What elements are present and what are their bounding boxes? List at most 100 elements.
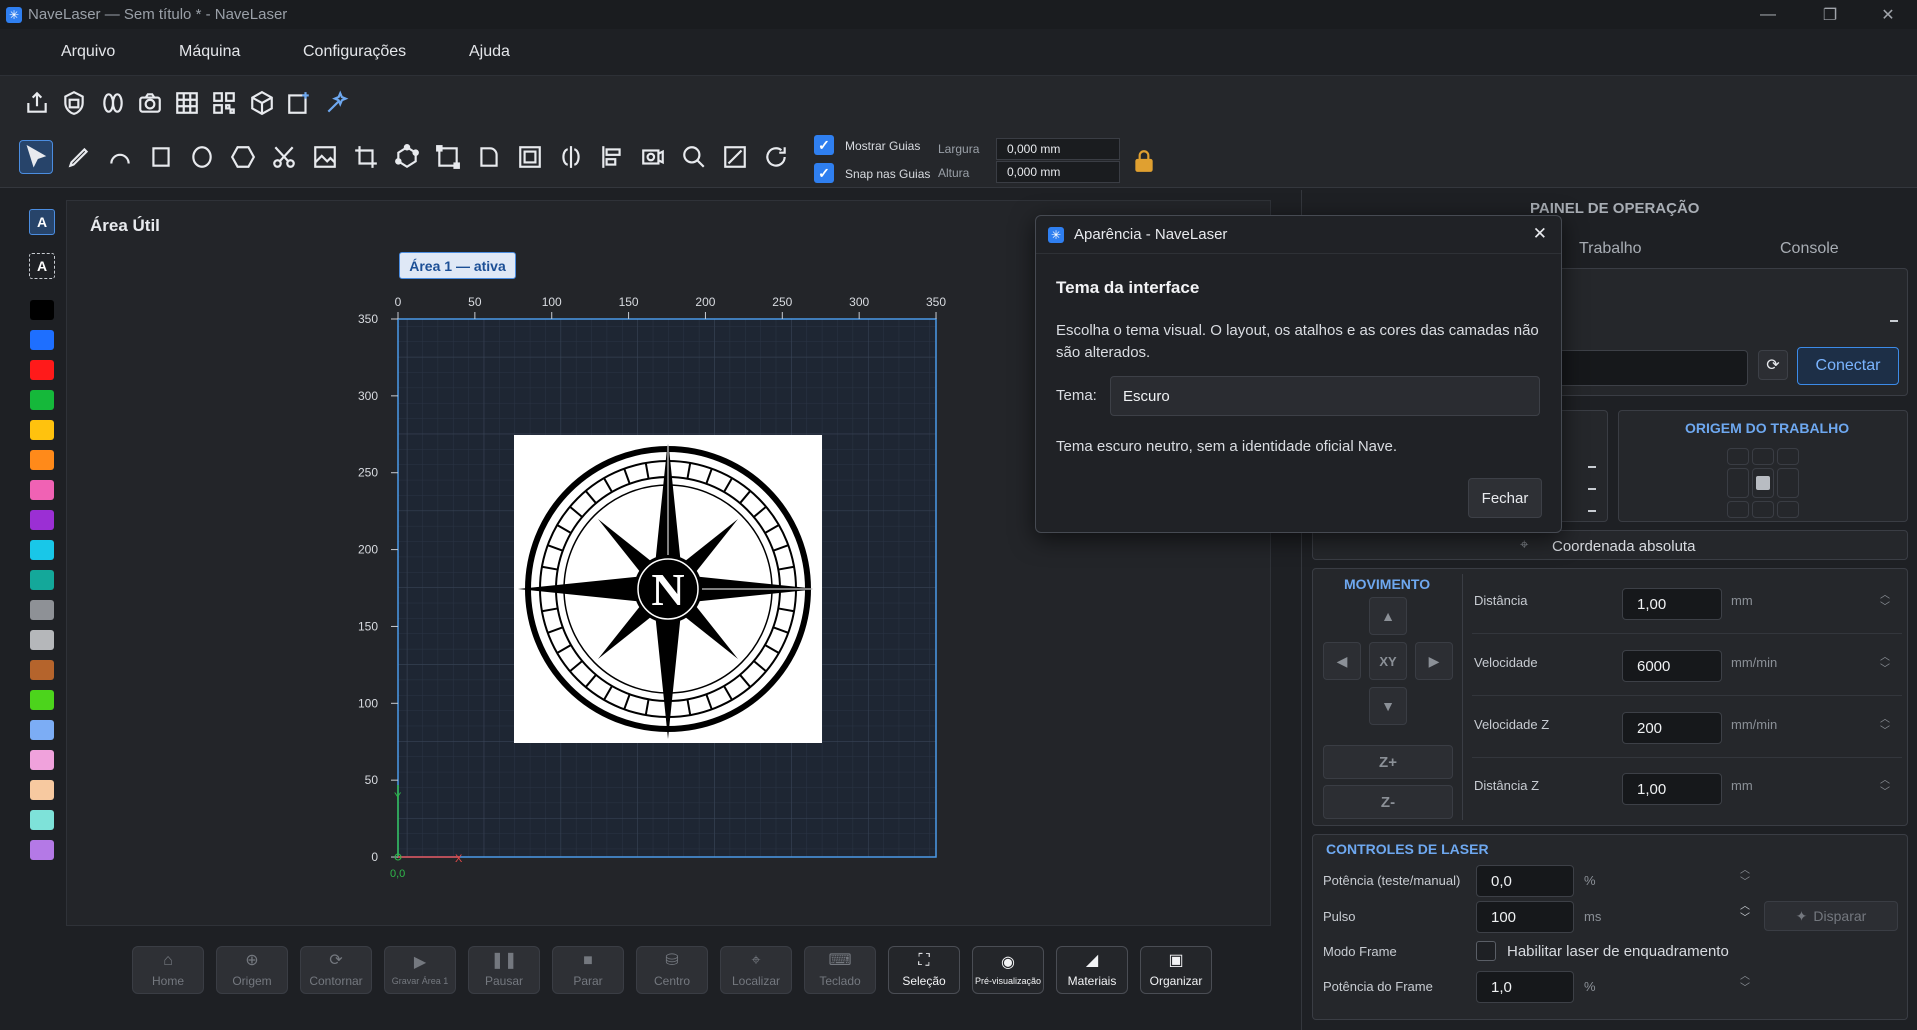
- qr-code-icon[interactable]: [207, 86, 241, 120]
- pulse-input[interactable]: 100: [1476, 901, 1574, 933]
- close-window-button[interactable]: ✕: [1863, 0, 1913, 29]
- lock-icon[interactable]: [1127, 144, 1161, 178]
- text-layer-icon[interactable]: A: [29, 209, 55, 235]
- theme-select[interactable]: Escuro: [1110, 376, 1540, 416]
- bottom-button-parar[interactable]: ■ Parar: [552, 946, 624, 994]
- bottom-button-pausar[interactable]: ❚❚ Pausar: [468, 946, 540, 994]
- snap-guides-checkbox[interactable]: ✓: [814, 163, 834, 183]
- connect-button[interactable]: Conectar: [1797, 347, 1899, 385]
- frame-power-input[interactable]: 1,0: [1476, 971, 1574, 1003]
- z-down-button[interactable]: Z-: [1323, 785, 1453, 819]
- layer-color-swatch[interactable]: [30, 600, 54, 620]
- movement-field-spinner[interactable]: ︿ ﹀: [1880, 652, 1890, 676]
- ellipse-tool-icon[interactable]: [185, 140, 219, 174]
- movement-field-input[interactable]: 1,00: [1622, 773, 1722, 805]
- movement-field-input[interactable]: 6000: [1622, 650, 1722, 682]
- layer-color-swatch[interactable]: [30, 360, 54, 380]
- flip-icon[interactable]: [554, 140, 588, 174]
- offset-icon[interactable]: [513, 140, 547, 174]
- node-edit-icon[interactable]: [390, 140, 424, 174]
- move-left-button[interactable]: ◀: [1323, 642, 1361, 680]
- text-outline-layer-icon[interactable]: A: [29, 253, 55, 279]
- layer-color-swatch[interactable]: [30, 330, 54, 350]
- frame-mode-checkbox[interactable]: [1476, 941, 1496, 961]
- round-corner-icon[interactable]: [472, 140, 506, 174]
- work-area-canvas[interactable]: 0 50 100 150 200 250 300 350 350 300 250 200 150 100 5…: [330, 280, 970, 890]
- close-button[interactable]: Fechar: [1468, 478, 1542, 518]
- layer-color-swatch[interactable]: [30, 390, 54, 410]
- bottom-button-sele-o[interactable]: ⛶ Seleção: [888, 946, 960, 994]
- layer-color-swatch[interactable]: [30, 510, 54, 530]
- bottom-button-organizar[interactable]: ▣ Organizar: [1140, 946, 1212, 994]
- layer-color-swatch[interactable]: [30, 720, 54, 740]
- pencil-tool-icon[interactable]: [62, 140, 96, 174]
- layer-color-swatch[interactable]: [30, 630, 54, 650]
- home-xy-button[interactable]: XY: [1369, 642, 1407, 680]
- layer-color-swatch[interactable]: [30, 420, 54, 440]
- layer-color-swatch[interactable]: [30, 540, 54, 560]
- movement-field-input[interactable]: 200: [1622, 712, 1722, 744]
- layer-color-swatch[interactable]: [30, 570, 54, 590]
- camera-capture-icon[interactable]: [636, 140, 670, 174]
- bounding-box-icon[interactable]: [431, 140, 465, 174]
- move-up-button[interactable]: ▲: [1369, 597, 1407, 635]
- show-guides-checkbox[interactable]: ✓: [814, 135, 834, 155]
- bottom-button-home[interactable]: ⌂ Home: [132, 946, 204, 994]
- polygon-tool-icon[interactable]: [226, 140, 260, 174]
- cube-icon[interactable]: [245, 86, 279, 120]
- camera-icon[interactable]: [133, 86, 167, 120]
- export-icon[interactable]: [20, 86, 54, 120]
- bottom-button-origem[interactable]: ⊕ Origem: [216, 946, 288, 994]
- grid-array-icon[interactable]: [170, 86, 204, 120]
- menu-arquivo[interactable]: Arquivo: [61, 43, 115, 61]
- pulse-spinner[interactable]: ︿ ﹀: [1740, 901, 1750, 925]
- rotate-icon[interactable]: [759, 140, 793, 174]
- bottom-button-teclado[interactable]: ⌨ Teclado: [804, 946, 876, 994]
- magic-icon[interactable]: [320, 86, 354, 120]
- rectangle-tool-icon[interactable]: [144, 140, 178, 174]
- mirror-icon[interactable]: [96, 86, 130, 120]
- minimize-button[interactable]: —: [1743, 0, 1793, 29]
- active-area-badge[interactable]: Área 1 — ativa: [399, 252, 516, 279]
- crop-icon[interactable]: [349, 140, 383, 174]
- layer-color-swatch[interactable]: [30, 750, 54, 770]
- layer-color-swatch[interactable]: [30, 840, 54, 860]
- frame-power-spinner[interactable]: ︿ ﹀: [1740, 971, 1750, 995]
- bottom-button-gravar-rea-1[interactable]: ▶ Gravar Área 1: [384, 946, 456, 994]
- menu-maquina[interactable]: Máquina: [179, 43, 240, 61]
- bottom-button-localizar[interactable]: ⌖ Localizar: [720, 946, 792, 994]
- move-right-button[interactable]: ▶: [1415, 642, 1453, 680]
- fire-button[interactable]: ✦ Disparar: [1764, 901, 1898, 931]
- layer-color-swatch[interactable]: [30, 450, 54, 470]
- layer-color-swatch[interactable]: [30, 480, 54, 500]
- image-trace-icon[interactable]: [308, 140, 342, 174]
- menu-ajuda[interactable]: Ajuda: [469, 43, 510, 61]
- bottom-button-materiais[interactable]: ◢ Materiais: [1056, 946, 1128, 994]
- laser-power-input[interactable]: 0,0: [1476, 865, 1574, 897]
- movement-field-spinner[interactable]: ︿ ﹀: [1880, 714, 1890, 738]
- maximize-button[interactable]: ❐: [1805, 0, 1855, 29]
- move-down-button[interactable]: ▼: [1369, 687, 1407, 725]
- resize-icon[interactable]: [718, 140, 752, 174]
- shield-file-icon[interactable]: [57, 86, 91, 120]
- dialog-close-icon[interactable]: ✕: [1533, 224, 1547, 244]
- job-origin-grid[interactable]: [1727, 448, 1799, 518]
- bottom-button-contornar[interactable]: ⟳ Contornar: [300, 946, 372, 994]
- movement-field-spinner[interactable]: ︿ ﹀: [1880, 590, 1890, 614]
- tab-trabalho[interactable]: Trabalho: [1579, 240, 1642, 258]
- layer-color-swatch[interactable]: [30, 810, 54, 830]
- select-tool-icon[interactable]: [19, 140, 53, 174]
- layer-color-swatch[interactable]: [30, 660, 54, 680]
- layer-color-swatch[interactable]: [30, 690, 54, 710]
- movement-field-input[interactable]: 1,00: [1622, 588, 1722, 620]
- zoom-icon[interactable]: [677, 140, 711, 174]
- arc-tool-icon[interactable]: [103, 140, 137, 174]
- bottom-button-centro[interactable]: ⛁ Centro: [636, 946, 708, 994]
- new-document-icon[interactable]: [282, 86, 316, 120]
- height-input[interactable]: 0,000 mm: [996, 161, 1120, 183]
- align-icon[interactable]: [595, 140, 629, 174]
- z-up-button[interactable]: Z+: [1323, 745, 1453, 779]
- refresh-icon[interactable]: ⟳: [1758, 350, 1788, 380]
- tab-console[interactable]: Console: [1780, 240, 1839, 258]
- layer-color-swatch[interactable]: [30, 780, 54, 800]
